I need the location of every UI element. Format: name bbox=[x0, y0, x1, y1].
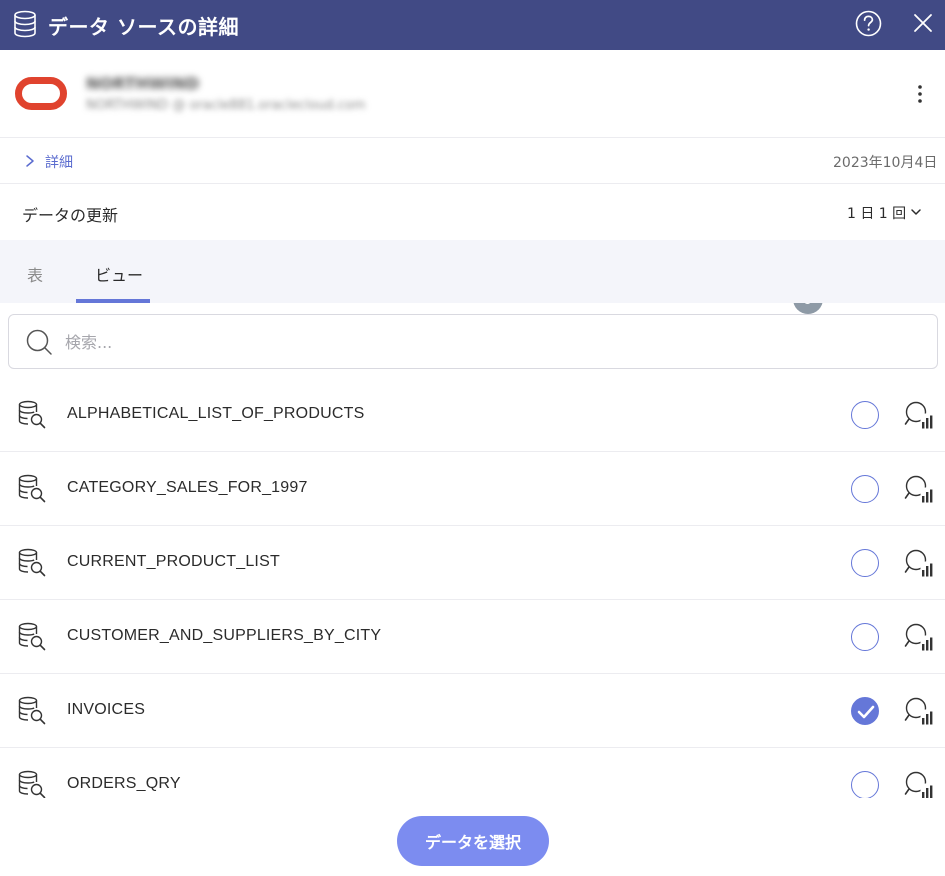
active-tab-indicator bbox=[76, 299, 150, 303]
select-data-button[interactable]: データを選択 bbox=[397, 816, 549, 866]
tab-bar: 表 ビュー bbox=[0, 240, 945, 303]
select-checkbox[interactable] bbox=[851, 475, 879, 503]
preview-view-icon[interactable] bbox=[904, 474, 934, 504]
list-item[interactable]: CUSTOMER_AND_SUPPLIERS_BY_CITY bbox=[0, 600, 945, 674]
select-checkbox[interactable] bbox=[851, 401, 879, 429]
preview-view-icon[interactable] bbox=[904, 400, 934, 430]
list-item[interactable]: INVOICES bbox=[0, 674, 945, 748]
tab-views[interactable]: ビュー bbox=[95, 262, 143, 286]
view-name: CATEGORY_SALES_FOR_1997 bbox=[67, 479, 308, 496]
close-icon[interactable] bbox=[911, 11, 935, 35]
search-box bbox=[8, 314, 938, 369]
view-name: INVOICES bbox=[67, 701, 146, 718]
view-name: ORDERS_QRY bbox=[67, 775, 181, 792]
dialog-title: データ ソースの詳細 bbox=[48, 15, 239, 39]
data-source-host: NORTHWIND @ oracle881.oraclecloud.com bbox=[86, 98, 366, 113]
view-name: CURRENT_PRODUCT_LIST bbox=[67, 553, 280, 570]
select-checkbox[interactable] bbox=[851, 771, 879, 798]
refresh-row: データの更新 1 日 1 回 bbox=[0, 184, 945, 240]
select-checkbox[interactable] bbox=[851, 549, 879, 577]
chevron-down-icon[interactable] bbox=[910, 205, 922, 219]
preview-view-icon[interactable] bbox=[904, 548, 934, 578]
database-view-icon bbox=[18, 770, 46, 798]
data-source-header: NORTHWIND NORTHWIND @ oracle881.oraclecl… bbox=[0, 50, 945, 138]
details-row: 詳細 J 2023年10月4日 bbox=[0, 138, 945, 314]
more-options-icon[interactable] bbox=[908, 82, 932, 106]
search-icon bbox=[26, 329, 52, 355]
list-item[interactable]: CURRENT_PRODUCT_LIST bbox=[0, 526, 945, 600]
search-input[interactable] bbox=[65, 327, 905, 357]
oracle-logo-icon bbox=[15, 77, 67, 110]
selected-check-icon[interactable] bbox=[851, 697, 879, 725]
data-source-name: NORTHWIND bbox=[86, 74, 200, 93]
database-view-icon bbox=[18, 548, 46, 577]
tab-tables[interactable]: 表 bbox=[27, 262, 43, 286]
chevron-right-icon[interactable] bbox=[24, 154, 36, 168]
preview-view-icon[interactable] bbox=[904, 622, 934, 652]
details-toggle[interactable]: 詳細 bbox=[45, 152, 73, 172]
select-checkbox[interactable] bbox=[851, 623, 879, 651]
database-view-icon bbox=[18, 400, 46, 429]
refresh-label: データの更新 bbox=[22, 206, 119, 225]
preview-view-icon[interactable] bbox=[904, 770, 934, 798]
dialog-footer: データを選択 bbox=[0, 798, 945, 876]
database-view-icon bbox=[18, 474, 46, 503]
dialog-header: データ ソースの詳細 bbox=[0, 0, 945, 50]
list-item[interactable]: CATEGORY_SALES_FOR_1997 bbox=[0, 452, 945, 526]
database-view-icon bbox=[18, 622, 46, 651]
view-name: CUSTOMER_AND_SUPPLIERS_BY_CITY bbox=[67, 627, 382, 644]
updated-date: 2023年10月4日 bbox=[833, 155, 938, 171]
database-view-icon bbox=[18, 696, 46, 725]
preview-view-icon[interactable] bbox=[904, 696, 934, 726]
database-icon bbox=[14, 10, 36, 38]
list-item[interactable]: ORDERS_QRY bbox=[0, 748, 945, 798]
view-name: ALPHABETICAL_LIST_OF_PRODUCTS bbox=[67, 405, 365, 422]
refresh-frequency-select[interactable]: 1 日 1 回 bbox=[847, 203, 906, 223]
list-item[interactable]: ALPHABETICAL_LIST_OF_PRODUCTS bbox=[0, 378, 945, 452]
help-icon[interactable] bbox=[855, 10, 882, 37]
views-list: ALPHABETICAL_LIST_OF_PRODUCTS CATEGORY_S… bbox=[0, 378, 945, 798]
